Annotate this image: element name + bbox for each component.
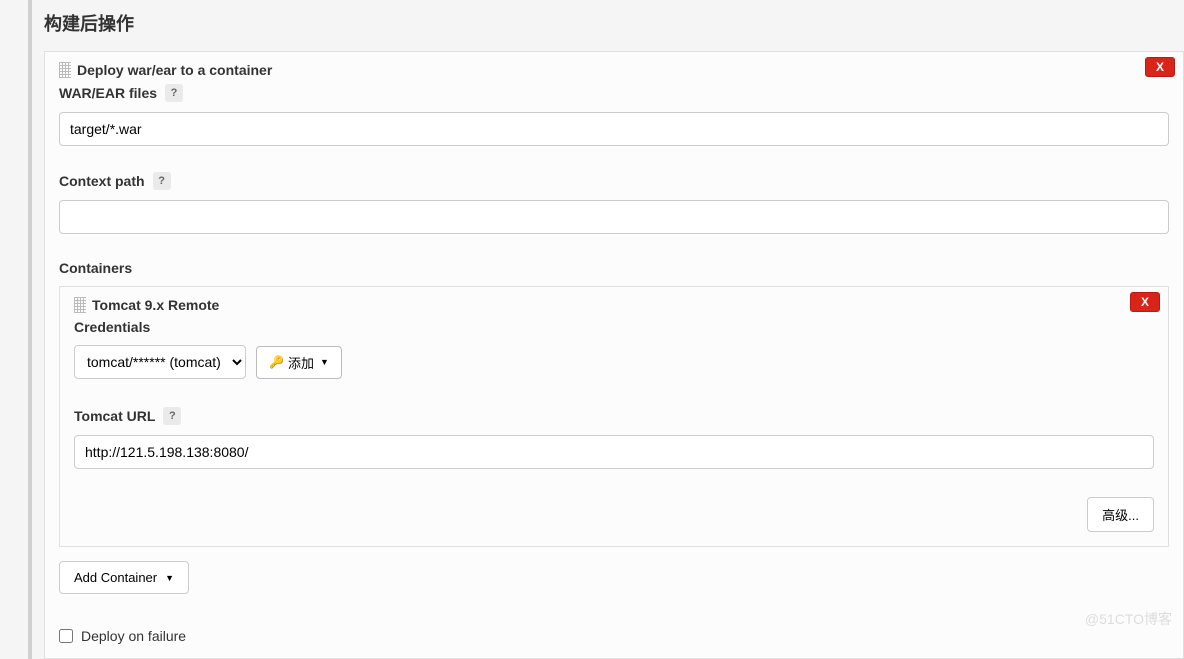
containers-label: Containers xyxy=(59,260,1169,276)
chevron-down-icon: ▼ xyxy=(165,573,174,583)
tomcat-url-label: Tomcat URL ? xyxy=(74,407,1154,425)
container-box: X Tomcat 9.x Remote Credentials tomcat/*… xyxy=(59,286,1169,547)
delete-container-button[interactable]: X xyxy=(1130,292,1160,312)
chevron-down-icon: ▼ xyxy=(320,357,329,367)
step-title: Deploy war/ear to a container xyxy=(77,62,272,78)
add-container-button[interactable]: Add Container ▼ xyxy=(59,561,189,594)
deploy-on-failure-label: Deploy on failure xyxy=(81,628,186,644)
war-ear-input[interactable] xyxy=(59,112,1169,146)
drag-handle-icon[interactable] xyxy=(59,62,71,78)
add-credentials-button[interactable]: 🔑 添加 ▼ xyxy=(256,346,342,379)
credentials-select[interactable]: tomcat/****** (tomcat) xyxy=(74,345,246,379)
container-title: Tomcat 9.x Remote xyxy=(92,297,219,313)
key-icon: 🔑 xyxy=(269,355,284,369)
section-title: 构建后操作 xyxy=(44,10,1184,36)
help-icon[interactable]: ? xyxy=(165,84,183,102)
advanced-button[interactable]: 高级... xyxy=(1087,497,1154,532)
context-path-label: Context path ? xyxy=(59,172,1169,190)
delete-step-button[interactable]: X xyxy=(1145,57,1175,77)
step-header: Deploy war/ear to a container xyxy=(59,62,1169,78)
drag-handle-icon[interactable] xyxy=(74,297,86,313)
context-path-input[interactable] xyxy=(59,200,1169,234)
war-ear-label: WAR/EAR files ? xyxy=(59,84,1169,102)
tomcat-url-input[interactable] xyxy=(74,435,1154,469)
deploy-step-box: X Deploy war/ear to a container WAR/EAR … xyxy=(44,51,1184,659)
container-header: Tomcat 9.x Remote xyxy=(74,297,1154,313)
help-icon[interactable]: ? xyxy=(153,172,171,190)
help-icon[interactable]: ? xyxy=(163,407,181,425)
deploy-on-failure-checkbox[interactable] xyxy=(59,629,73,643)
credentials-label: Credentials xyxy=(74,319,1154,335)
